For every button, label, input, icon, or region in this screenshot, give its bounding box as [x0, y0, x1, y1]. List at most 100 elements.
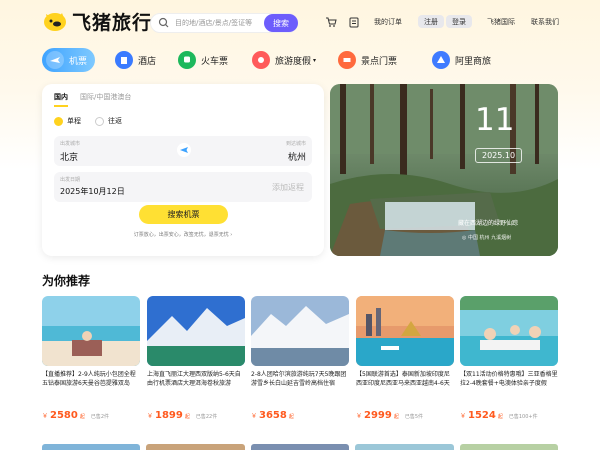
price: 1524 [468, 410, 496, 421]
top-bar: 飞猪旅行 目的地/酒店/景点/签证等 搜索 我的订单 注册 登录 飞猪国际 联系… [0, 0, 600, 42]
logo-text: 飞猪旅行 [72, 11, 153, 34]
product-card[interactable]: 【5国联游首选】泰国新加坡印度尼西亚印度尼西亚马来西亚越南4-6天 ￥ 2999… [356, 296, 454, 450]
flight-tabs: 国内 国际/中国港澳台 [54, 92, 131, 107]
nav-label: 机票 [69, 56, 88, 67]
product-card[interactable]: 【直播推荐】2-9人纯玩小包团全程五钻泰国旅游6天曼谷芭提雅双岛 ￥ 2580 … [42, 296, 140, 450]
register-button[interactable]: 注册 [418, 15, 444, 28]
depart-date[interactable]: 2025年10月12日 [60, 186, 125, 197]
dropdown-icon: ▾ [313, 56, 317, 64]
price-row: ￥ 1524 起 已售100+件 [460, 410, 558, 421]
product-image [42, 296, 140, 366]
ticket-icon [338, 51, 356, 69]
hotel-icon [115, 51, 133, 69]
nav-item-attractions[interactable]: 景点门票 [338, 48, 397, 72]
product-card[interactable]: 上海直飞丽江大理西双版纳5-6天自由行机票酒店大理洱海卷秋旅游 ￥ 1899 起… [147, 296, 245, 450]
train-icon [178, 51, 196, 69]
price: 2999 [364, 410, 392, 421]
flight-booking-card: 国内 国际/中国港澳台 单程 往返 出发城市 北京 到达城市 杭州 出发日期 2… [42, 84, 324, 256]
search-placeholder: 目的地/酒店/景点/签证等 [175, 19, 253, 27]
nav-label: 酒店 [138, 56, 157, 67]
favorites-icon[interactable] [348, 16, 360, 28]
forest-waterfall-image [330, 84, 558, 256]
sold-count: 已售5件 [404, 414, 424, 420]
radio-round-trip[interactable]: 往返 [95, 116, 122, 126]
radio-checked-icon [54, 116, 63, 126]
tab-domestic[interactable]: 国内 [54, 92, 68, 107]
price-suffix: 起 [79, 414, 85, 420]
from-city[interactable]: 北京 [60, 150, 78, 163]
radio-label: 单程 [67, 117, 81, 125]
product-image [356, 296, 454, 366]
banner-location: ◎ 中国 杭州 九溪烟树 [462, 235, 512, 241]
product-desc: 2-8人团哈尔滨旅游纯玩7天5晚跟团游雪乡长白山延吉雪岭高档住宿 [251, 371, 347, 387]
product-image [251, 296, 349, 366]
search-button[interactable]: 搜索 [264, 14, 298, 32]
banner-day: 11 [475, 102, 515, 138]
product-desc: 【双11活动价格特惠哦】三亚香格里拉2-4晚套餐+电澳体验亲子度假 [460, 371, 558, 387]
currency: ￥ [460, 413, 467, 420]
currency: ￥ [251, 413, 258, 420]
tab-international[interactable]: 国际/中国港澳台 [80, 92, 131, 107]
nav-item-trains[interactable]: 火车票 [178, 48, 228, 72]
booking-guarantee[interactable]: 订票放心，出票安心，改签无忧，退票无忧 › [42, 231, 324, 238]
from-label: 出发城市 [60, 141, 81, 147]
banner-date: 2025.10 [475, 148, 523, 163]
product-image [460, 296, 558, 366]
nav-item-business[interactable]: 阿里商旅 [432, 48, 491, 72]
daily-banner[interactable]: 11 2025.10 藏在西湖边的绿野仙踪 ◎ 中国 杭州 九溪烟树 [330, 84, 558, 256]
price: 1899 [155, 410, 183, 421]
price-suffix: 起 [393, 414, 399, 420]
price-row: ￥ 2580 起 已售2件 [42, 410, 140, 421]
price-suffix: 起 [184, 414, 190, 420]
date-selector[interactable]: 出发日期 2025年10月12日 添加返程 [54, 172, 312, 202]
nav-label: 景点门票 [361, 56, 398, 67]
price-suffix: 起 [288, 414, 294, 420]
to-city[interactable]: 杭州 [288, 150, 306, 163]
radio-unchecked-icon [95, 116, 104, 126]
sold-count: 已售100+件 [508, 414, 538, 420]
section-title: 为你推荐 [42, 274, 91, 288]
nav-label: 火车票 [201, 56, 229, 67]
sold-count: 已售2件 [90, 414, 110, 420]
contact-link[interactable]: 联系我们 [531, 17, 559, 27]
price-suffix: 起 [497, 414, 503, 420]
logo[interactable]: 飞猪旅行 [42, 10, 153, 34]
cart-icon[interactable] [325, 16, 337, 28]
to-label: 到达城市 [285, 141, 306, 147]
plane-icon [46, 51, 64, 69]
search-flights-button[interactable]: 搜索机票 [139, 205, 228, 224]
swap-cities-icon[interactable] [176, 142, 192, 158]
product-image [147, 296, 245, 366]
nav-item-vacation[interactable]: 旅游度假 ▾ [252, 48, 316, 72]
next-row-preview [42, 444, 559, 450]
currency: ￥ [147, 413, 154, 420]
price-row: ￥ 2999 起 已售5件 [356, 410, 454, 421]
radio-one-way[interactable]: 单程 [54, 116, 81, 126]
product-card[interactable]: 2-8人团哈尔滨旅游纯玩7天5晚跟团游雪乡长白山延吉雪岭高档住宿 ￥ 3658 … [251, 296, 349, 450]
price: 3658 [259, 410, 287, 421]
intl-link[interactable]: 飞猪国际 [487, 17, 515, 27]
business-icon [432, 51, 450, 69]
trip-type: 单程 往返 [54, 116, 122, 126]
login-button[interactable]: 登录 [446, 15, 472, 28]
category-nav: 机票 酒店 火车票 旅游度假 ▾ 景点门票 阿里商旅 [0, 48, 600, 74]
price: 2580 [50, 410, 78, 421]
my-orders-link[interactable]: 我的订单 [374, 17, 402, 27]
currency: ￥ [42, 413, 49, 420]
product-desc: 上海直飞丽江大理西双版纳5-6天自由行机票酒店大理洱海卷秋旅游 [147, 371, 241, 387]
add-return-field[interactable]: 添加返程 [272, 182, 304, 193]
date-label: 出发日期 [60, 177, 81, 183]
product-card[interactable]: 【双11活动价格特惠哦】三亚香格里拉2-4晚套餐+电澳体验亲子度假 ￥ 1524… [460, 296, 558, 450]
banner-quote: 藏在西湖边的绿野仙踪 [458, 220, 519, 227]
product-desc: 【直播推荐】2-9人纯玩小包团全程五钻泰国旅游6天曼谷芭提雅双岛 [42, 371, 136, 387]
nav-label: 旅游度假 [275, 56, 312, 67]
nav-item-hotels[interactable]: 酒店 [115, 48, 156, 72]
search-icon [158, 17, 169, 28]
price-row: ￥ 1899 起 已售22件 [147, 410, 245, 421]
sold-count: 已售22件 [195, 414, 218, 420]
product-desc: 【5国联游首选】泰国新加坡印度尼西亚印度尼西亚马来西亚越南4-6天 [356, 371, 450, 387]
radio-label: 往返 [108, 117, 122, 125]
nav-label: 阿里商旅 [455, 56, 492, 67]
price-row: ￥ 3658 起 [251, 410, 349, 421]
nav-item-flights[interactable]: 机票 [42, 48, 96, 72]
